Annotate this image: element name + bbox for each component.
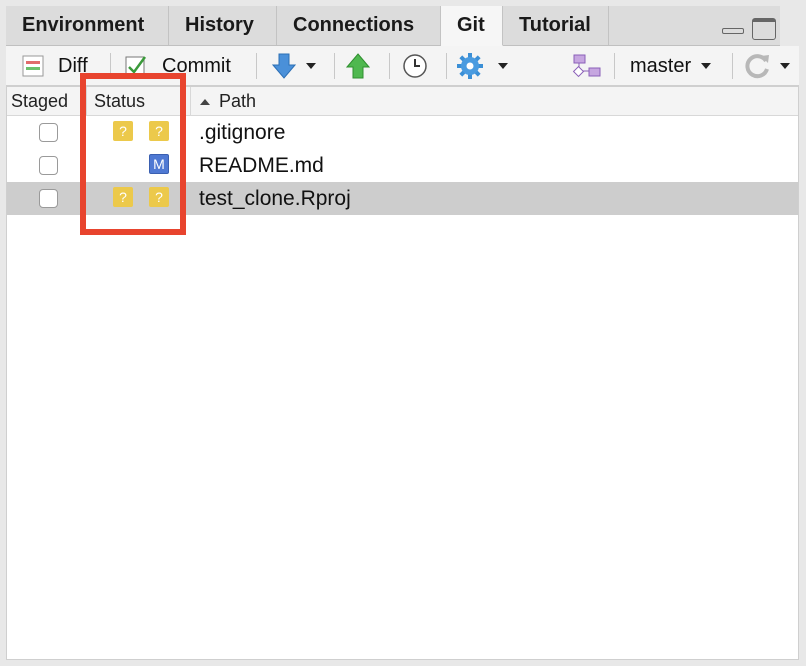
file-path: .gitignore	[199, 120, 286, 144]
push-arrow-up-icon	[346, 53, 370, 79]
toolbar-separator	[732, 53, 733, 79]
table-row[interactable]: ? ? test_clone.Rproj	[7, 182, 798, 215]
tab-environment[interactable]: Environment	[6, 6, 169, 45]
staged-checkbox[interactable]	[39, 123, 58, 142]
commit-icon	[125, 56, 147, 77]
staged-column-header[interactable]: Staged	[11, 87, 68, 116]
status-column-header[interactable]: Status	[94, 87, 145, 116]
pull-button[interactable]	[272, 46, 316, 86]
pane-tabbar: Environment History Connections Git Tuto…	[6, 6, 780, 46]
more-button[interactable]	[456, 46, 508, 86]
pull-arrow-down-icon	[272, 53, 296, 79]
toolbar-separator	[614, 53, 615, 79]
chevron-down-icon[interactable]	[780, 63, 790, 69]
path-column-label: Path	[219, 91, 257, 111]
table-header: Staged Status Path	[7, 87, 798, 116]
toolbar-separator	[446, 53, 447, 79]
commit-label: Commit	[162, 54, 231, 77]
push-button[interactable]	[346, 46, 370, 86]
refresh-icon	[745, 54, 769, 79]
commit-button[interactable]: Commit	[124, 46, 231, 86]
status-badge: ?	[113, 187, 133, 207]
status-badge: ?	[149, 187, 169, 207]
branch-icon	[572, 54, 601, 78]
column-divider	[86, 87, 87, 116]
status-badge: ?	[149, 121, 169, 141]
staged-checkbox[interactable]	[39, 156, 58, 175]
sort-ascending-icon	[200, 98, 210, 105]
changes-table: Staged Status Path ? ? .gitignore M READ…	[6, 86, 799, 660]
tab-git[interactable]: Git	[441, 6, 503, 46]
file-path: test_clone.Rproj	[199, 186, 351, 210]
tab-history[interactable]: History	[169, 6, 277, 45]
chevron-down-icon[interactable]	[498, 63, 508, 69]
branch-dropdown[interactable]: master	[630, 46, 712, 86]
history-button[interactable]	[402, 46, 428, 86]
file-path: README.md	[199, 153, 324, 177]
chevron-down-icon[interactable]	[306, 63, 316, 69]
diff-button[interactable]: Diff	[22, 46, 88, 86]
gear-icon	[457, 53, 483, 79]
toolbar-separator	[334, 53, 335, 79]
diff-label: Diff	[58, 54, 88, 77]
path-column-header[interactable]: Path	[199, 87, 256, 116]
clock-icon	[403, 54, 427, 78]
minimize-pane-icon[interactable]	[722, 18, 746, 36]
column-divider	[190, 87, 191, 116]
toolbar-separator	[110, 53, 111, 79]
table-row[interactable]: M README.md	[7, 149, 798, 182]
refresh-button[interactable]	[744, 46, 790, 86]
maximize-pane-icon[interactable]	[752, 18, 776, 40]
chevron-down-icon	[701, 63, 712, 69]
status-badge: ?	[113, 121, 133, 141]
toolbar-separator	[389, 53, 390, 79]
table-row[interactable]: ? ? .gitignore	[7, 116, 798, 149]
toolbar-separator	[256, 53, 257, 79]
window-controls	[722, 18, 776, 40]
branch-name: master	[630, 54, 692, 77]
tab-tutorial[interactable]: Tutorial	[503, 6, 609, 45]
branch-icon-button[interactable]	[572, 46, 602, 86]
git-toolbar: Diff Commit master	[6, 46, 799, 86]
tab-connections[interactable]: Connections	[277, 6, 441, 45]
status-badge: M	[149, 154, 169, 174]
staged-checkbox[interactable]	[39, 189, 58, 208]
diff-icon	[22, 55, 44, 77]
